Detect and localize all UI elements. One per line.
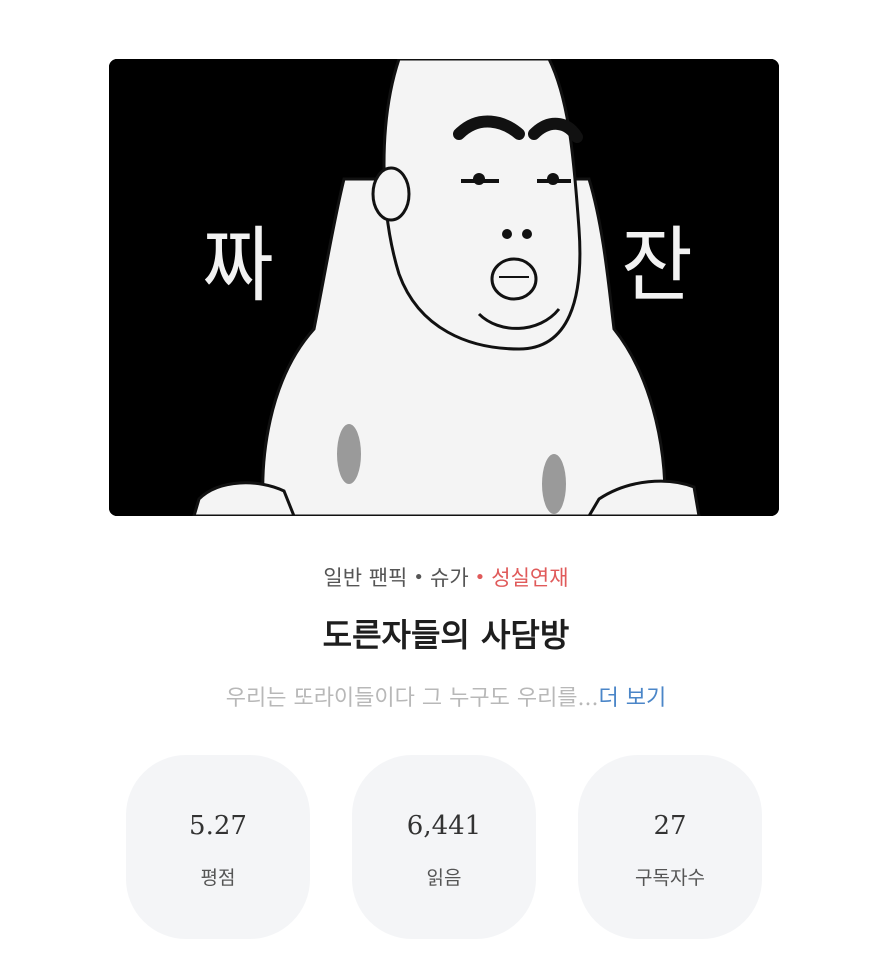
read-more-link[interactable]: 더 보기 bbox=[599, 686, 667, 711]
separator-dot: • bbox=[474, 567, 486, 588]
rating-value: 5.27 bbox=[189, 811, 247, 841]
views-label: 읽음 bbox=[426, 867, 462, 889]
stat-card-subscribers: 27 구독자수 bbox=[578, 755, 762, 939]
stat-card-views: 6,441 읽음 bbox=[352, 755, 536, 939]
story-stats: 5.27 평점 6,441 읽음 27 구독자수 bbox=[126, 755, 762, 939]
description-text: 우리는 또라이들이다 그 누구도 우리를... bbox=[225, 686, 599, 711]
stat-card-rating: 5.27 평점 bbox=[126, 755, 310, 939]
story-description: 우리는 또라이들이다 그 누구도 우리를...더 보기 bbox=[0, 680, 892, 712]
character-label: 슈가 bbox=[430, 566, 469, 590]
separator-dot: • bbox=[413, 567, 425, 588]
cover-text-left: 짜 bbox=[202, 218, 274, 314]
subscribers-value: 27 bbox=[653, 811, 687, 841]
subscribers-label: 구독자수 bbox=[635, 867, 705, 889]
cover-text-right: 잔 bbox=[621, 218, 693, 314]
serial-status-label: 성실연재 bbox=[491, 566, 569, 590]
genre-label: 일반 팬픽 bbox=[323, 566, 408, 590]
story-title: 도른자들의 사담방 bbox=[322, 616, 570, 654]
cover-image: 짜 잔 bbox=[109, 59, 779, 516]
story-meta: 일반 팬픽 • 슈가 • 성실연재 bbox=[0, 562, 892, 592]
story-detail-page: 짜 잔 일반 팬픽 • 슈가 • 성실연재 도른자들의 사담방 우리는 또라이들이다 그… bbox=[0, 0, 892, 970]
rating-label: 평점 bbox=[200, 867, 236, 889]
views-value: 6,441 bbox=[406, 811, 482, 841]
